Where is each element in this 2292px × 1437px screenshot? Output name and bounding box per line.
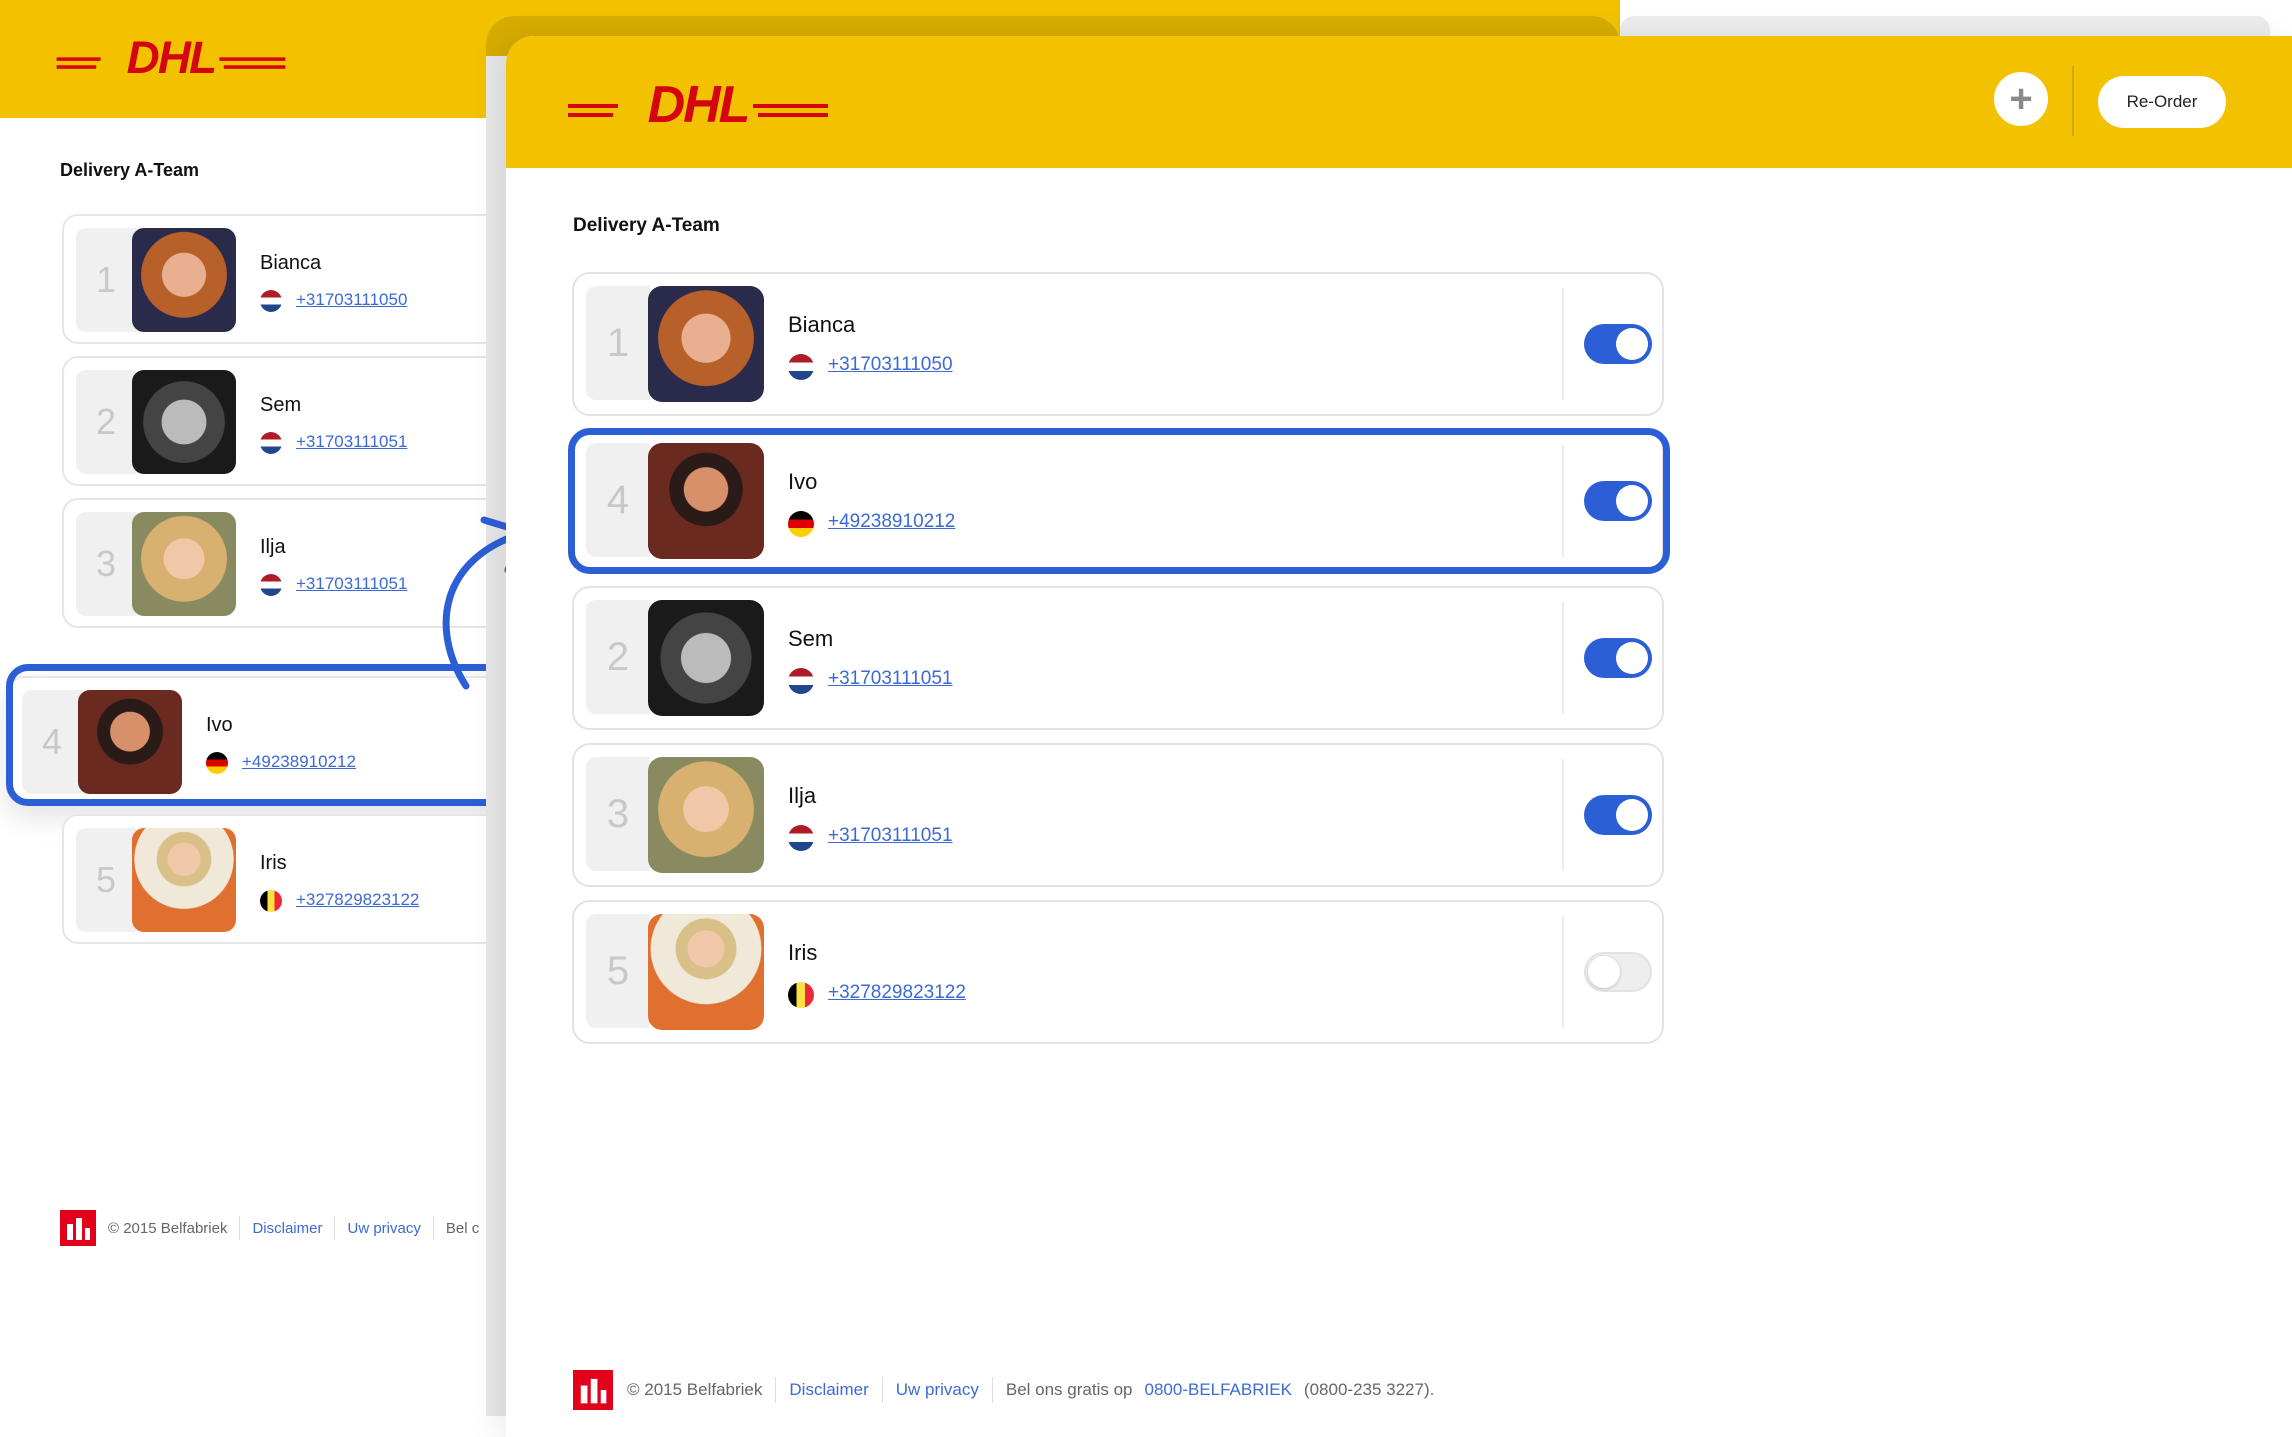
list-item[interactable]: 1 Bianca +31703111050 [572,272,1664,416]
avatar [132,370,236,474]
divider [1562,288,1564,400]
phone-link[interactable]: +31703111050 [828,354,953,376]
hotline-link[interactable]: 0800-BELFABRIEK [1145,1380,1292,1400]
hotline-number: (0800-235 3227). [1303,1380,1435,1399]
flag-nl-icon [788,825,814,851]
divider [991,1377,993,1403]
flag-be-icon [260,890,282,912]
divider [881,1377,883,1403]
divider [239,1216,241,1240]
flag-be-icon [788,982,814,1008]
enabled-toggle[interactable] [1584,952,1652,992]
flag-nl-icon [260,432,282,454]
member-name: Ilja [788,783,817,808]
copyright: © 2015 Belfabriek [108,1219,228,1237]
position-number: 3 [586,757,650,871]
avatar [648,286,764,402]
member-name: Iris [260,852,287,874]
call-text: Bel ons gratis op [1005,1380,1133,1399]
member-name: Bianca [788,312,856,337]
position-number: 5 [76,828,136,932]
divider [1562,602,1564,714]
privacy-link[interactable]: Uw privacy [347,1220,420,1237]
front-window: + Re-Order Delivery A-Team 1 Bianca +317… [506,36,2292,1437]
member-name: Bianca [260,252,322,274]
phone-link[interactable]: +31703111051 [828,825,953,847]
dhl-logo[interactable] [568,82,828,132]
plus-icon: + [2009,77,2033,121]
avatar [132,228,236,332]
team-title: Delivery A-Team [60,160,200,180]
dhl-logo[interactable] [55,38,287,82]
flag-nl-icon [260,574,282,596]
divider [2072,66,2074,136]
flag-nl-icon [788,668,814,694]
divider [775,1377,777,1403]
position-number: 1 [76,228,136,332]
member-name: Iris [788,940,818,965]
divider [334,1216,336,1240]
footer: © 2015 Belfabriek Disclaimer Uw privacy … [573,1370,1434,1410]
member-name: Ilja [260,536,286,558]
avatar [132,828,236,932]
enabled-toggle[interactable] [1584,638,1652,678]
team-title: Delivery A-Team [573,215,720,236]
belfabriek-logo-icon [573,1370,613,1410]
phone-link[interactable]: +31703111051 [296,432,407,452]
belfabriek-logo-icon [60,1210,96,1246]
privacy-link[interactable]: Uw privacy [896,1380,979,1400]
divider [1562,759,1564,871]
copyright: © 2015 Belfabriek [627,1380,763,1399]
footer-call-text: Bel c [445,1219,480,1237]
phone-link[interactable]: +31703111051 [296,574,407,594]
phone-link[interactable]: +327829823122 [296,890,419,910]
footer: © 2015 Belfabriek Disclaimer Uw privacy … [60,1210,479,1246]
position-number: 1 [586,286,650,400]
avatar [648,757,764,873]
flag-nl-icon [788,354,814,380]
divider [1562,916,1564,1028]
list-item[interactable]: 5 Iris +327829823122 [572,900,1664,1044]
enabled-toggle[interactable] [1584,795,1652,835]
phone-link[interactable]: +31703111050 [296,290,407,310]
avatar [648,914,764,1030]
divider [432,1216,434,1240]
position-number: 2 [586,600,650,714]
phone-link[interactable]: +31703111051 [828,668,953,690]
disclaimer-link[interactable]: Disclaimer [252,1220,322,1237]
flag-nl-icon [260,290,282,312]
list-item[interactable]: 2 Sem +31703111051 [572,586,1664,730]
avatar [648,600,764,716]
moved-item-highlight [568,428,1670,574]
header-bar: + Re-Order [506,36,2292,168]
list-item[interactable]: 3 Ilja +31703111051 [572,743,1664,887]
member-name: Sem [260,394,302,416]
disclaimer-link[interactable]: Disclaimer [789,1380,868,1400]
reorder-button[interactable]: Re-Order [2098,76,2226,128]
avatar [132,512,236,616]
add-member-button[interactable]: + [1994,72,2048,126]
position-number: 5 [586,914,650,1028]
position-number: 2 [76,370,136,474]
position-number: 3 [76,512,136,616]
member-name: Sem [788,626,834,651]
enabled-toggle[interactable] [1584,324,1652,364]
phone-link[interactable]: +327829823122 [828,982,966,1004]
